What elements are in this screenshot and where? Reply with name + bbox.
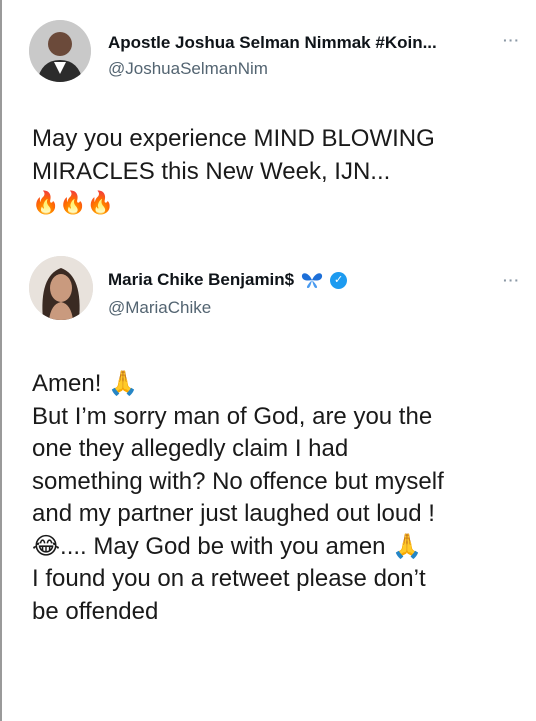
user-handle[interactable]: @MariaChike [108,298,211,318]
tweet-line: MIRACLES this New Week, IJN... [32,157,391,185]
avatar-joshua-selman[interactable] [29,20,91,82]
butterfly-icon [302,273,323,288]
display-name-row: Apostle Joshua Selman Nimmak #Koin... [108,33,437,53]
tweet-line: something with? No offence but myself [32,467,444,495]
more-options-icon[interactable]: ··· [503,32,520,48]
fire-emoji-line: 🔥🔥🔥 [32,191,115,216]
tweet-original[interactable]: Apostle Joshua Selman Nimmak #Koin... @J… [2,0,536,246]
tweet-text: May you experience MIND BLOWING MIRACLES… [32,123,522,221]
screenshot-frame: Apostle Joshua Selman Nimmak #Koin... @J… [0,0,536,721]
display-name[interactable]: Apostle Joshua Selman Nimmak #Koin... [108,33,437,53]
display-name[interactable]: Maria Chike Benjamin$ [108,270,294,290]
verified-icon: ✓ [330,271,348,289]
user-handle[interactable]: @JoshuaSelmanNim [108,59,268,79]
tweet-text: Amen! 🙏 But I’m sorry man of God, are yo… [32,368,532,628]
tweet-line: I found you on a retweet please don’t [32,565,426,592]
tweet-reply[interactable]: Maria Chike Benjamin$ ✓ @MariaChike ··· … [2,246,536,721]
tweet-line: be offended [32,597,159,625]
display-name-row: Maria Chike Benjamin$ ✓ [108,270,348,290]
tweet-line: But I’m sorry man of God, are you the [32,402,433,430]
tweet-line: Amen! 🙏 [32,370,138,397]
avatar-maria-chike[interactable] [29,256,93,320]
tweet-line: one they allegedly claim I had [32,435,349,462]
tweet-line: and my partner just laughed out loud ! [32,500,435,527]
tweet-line: May you experience MIND BLOWING [32,125,435,152]
more-options-icon[interactable]: ··· [503,272,520,288]
tweet-line: 😂.... May God be with you amen 🙏 [32,532,423,560]
